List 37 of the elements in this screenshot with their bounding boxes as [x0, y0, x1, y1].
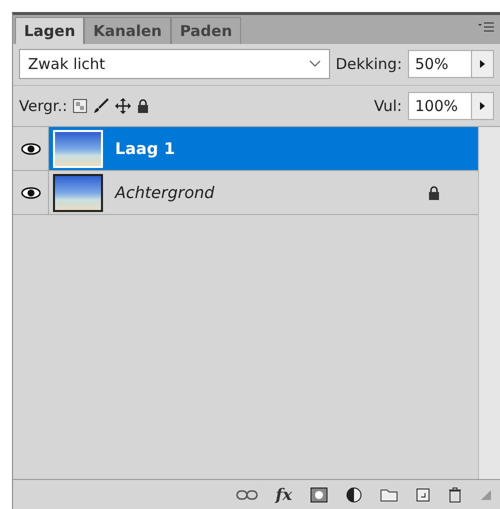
resize-grip-icon[interactable] [480, 488, 492, 500]
panel-tab[interactable]: Paden [170, 17, 242, 44]
panel-tab[interactable]: Lagen [15, 17, 84, 44]
move-icon[interactable] [115, 98, 132, 114]
layer-lock-icon [428, 186, 440, 200]
chevron-down-icon [308, 60, 321, 68]
checkerboard-icon[interactable] [73, 99, 88, 113]
fx-button[interactable]: fx [276, 485, 292, 504]
panel-tab[interactable]: Kanalen [84, 17, 171, 44]
folder-icon[interactable] [380, 488, 398, 502]
opacity-field[interactable]: 50% [408, 50, 494, 78]
fill-field[interactable]: 100% [408, 92, 494, 120]
brush-icon[interactable] [93, 98, 110, 114]
mask-icon[interactable] [310, 486, 328, 502]
opacity-label: Dekking: [336, 55, 402, 73]
link-icon[interactable] [236, 490, 258, 500]
trash-icon[interactable] [448, 486, 462, 502]
layer-name: Achtergrond [115, 183, 216, 202]
new-layer-icon[interactable] [416, 488, 430, 502]
layer-name: Laag 1 [115, 139, 176, 158]
panel-menu-icon[interactable] [478, 22, 494, 32]
lock-label: Vergr.: [19, 97, 68, 115]
beach-thumbnail [53, 174, 103, 212]
lock-icon [137, 99, 150, 113]
layer-row[interactable]: Achtergrond [13, 171, 478, 215]
eye-icon[interactable] [20, 186, 40, 198]
blend-mode-dropdown[interactable]: Zwak licht [19, 49, 330, 79]
fill-label: Vul: [374, 97, 402, 115]
layer-row[interactable]: Laag 1 [13, 127, 478, 171]
eye-icon[interactable] [20, 142, 40, 154]
scrollbar[interactable] [478, 127, 500, 479]
half-circle-icon[interactable] [346, 486, 362, 502]
beach-thumbnail [53, 130, 103, 168]
triangle-right-icon [480, 60, 485, 68]
fill-arrow-button[interactable] [471, 93, 493, 119]
opacity-arrow-button[interactable] [471, 51, 493, 77]
triangle-right-icon [480, 102, 485, 110]
